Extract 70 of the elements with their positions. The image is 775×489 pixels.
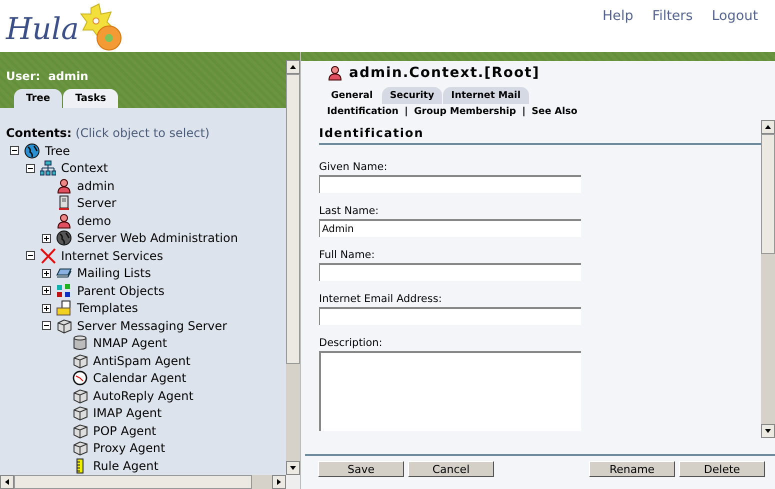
scroll-down-icon[interactable] (286, 461, 300, 475)
scroll-up-icon[interactable] (761, 120, 775, 134)
header-link[interactable]: Logout (712, 8, 758, 26)
subnav-link[interactable]: See Also (532, 106, 578, 117)
scroll-thumb[interactable] (761, 134, 775, 254)
header-link[interactable]: Filters (652, 8, 693, 26)
separator: | (404, 106, 408, 117)
tree-item[interactable]: Calendar Agent (93, 371, 186, 386)
tree-item[interactable]: Context (61, 161, 108, 176)
header-link[interactable]: Help (602, 8, 634, 26)
separator: | (522, 106, 526, 117)
user-label: User: (6, 69, 40, 83)
collapse-icon[interactable] (10, 146, 19, 156)
tree-item[interactable]: admin (77, 178, 115, 193)
tree-item[interactable]: Proxy Agent (93, 441, 166, 456)
text-field[interactable] (319, 307, 581, 325)
scroll-thumb[interactable] (14, 475, 252, 489)
scroll-thumb[interactable] (286, 74, 300, 364)
tree-item[interactable]: Parent Objects (77, 284, 165, 298)
subnav-link[interactable]: Group Membership (414, 106, 516, 117)
collapse-icon[interactable] (26, 164, 35, 173)
tree-item[interactable]: Server (77, 196, 116, 210)
person-icon (327, 65, 343, 81)
tree-item[interactable]: Tree (45, 144, 70, 158)
sidebar-tab[interactable]: Tasks (63, 89, 118, 108)
object-title: admin.Context.[Root] (349, 65, 540, 81)
user-name: admin (48, 69, 88, 83)
expand-icon[interactable] (42, 234, 51, 243)
field-label: Given Name: (319, 161, 388, 173)
tree-item[interactable]: NMAP Agent (93, 336, 168, 350)
text-field[interactable]: Admin (319, 219, 581, 237)
expand-icon[interactable] (42, 304, 51, 313)
form-button[interactable]: Cancel (408, 461, 494, 477)
subnav-link[interactable]: Identification (327, 106, 399, 117)
tree-item[interactable]: Internet Services (61, 248, 164, 263)
collapse-icon[interactable] (42, 321, 51, 330)
tree-item[interactable]: Server Messaging Server (77, 318, 228, 333)
scroll-up-icon[interactable] (286, 60, 300, 74)
form-button[interactable]: Rename (589, 461, 675, 477)
form-button[interactable]: Save (318, 461, 404, 477)
sidebar-tab[interactable]: Tree (14, 89, 62, 108)
field-label: Description: (319, 337, 384, 349)
expand-icon[interactable] (42, 286, 51, 296)
tree-item[interactable]: demo (77, 214, 112, 228)
text-field[interactable] (319, 175, 581, 193)
tree-item[interactable]: POP Agent (93, 424, 156, 438)
tree-item[interactable]: AntiSpam Agent (93, 354, 190, 368)
tree-item[interactable]: Mailing Lists (77, 266, 151, 280)
scroll-right-icon[interactable] (272, 475, 286, 489)
expand-icon[interactable] (42, 268, 51, 278)
scroll-left-icon[interactable] (0, 475, 14, 489)
object-tab[interactable]: Internet Mail (443, 87, 529, 104)
contents-hint: (Click object to select) (76, 126, 210, 140)
field-label: Last Name: (319, 205, 380, 217)
contents-label: Contents: (6, 126, 72, 140)
tree-item[interactable]: Rule Agent (93, 458, 158, 473)
text-field[interactable] (319, 263, 581, 281)
tree-item[interactable]: Templates (77, 301, 138, 316)
field-label: Internet Email Address: (319, 293, 443, 305)
section-heading: Identification (319, 126, 761, 145)
tree-item[interactable]: IMAP Agent (93, 406, 162, 420)
tree-item[interactable]: AutoReply Agent (93, 388, 194, 403)
tree-item[interactable]: Server Web Administration (77, 231, 238, 246)
logo-text: Hula (6, 11, 79, 49)
object-tab[interactable]: Security (382, 87, 442, 104)
collapse-icon[interactable] (26, 251, 35, 260)
form-button[interactable]: Delete (679, 461, 765, 477)
text-area[interactable] (319, 351, 581, 431)
scroll-down-icon[interactable] (761, 424, 775, 438)
field-label: Full Name: (319, 249, 376, 261)
